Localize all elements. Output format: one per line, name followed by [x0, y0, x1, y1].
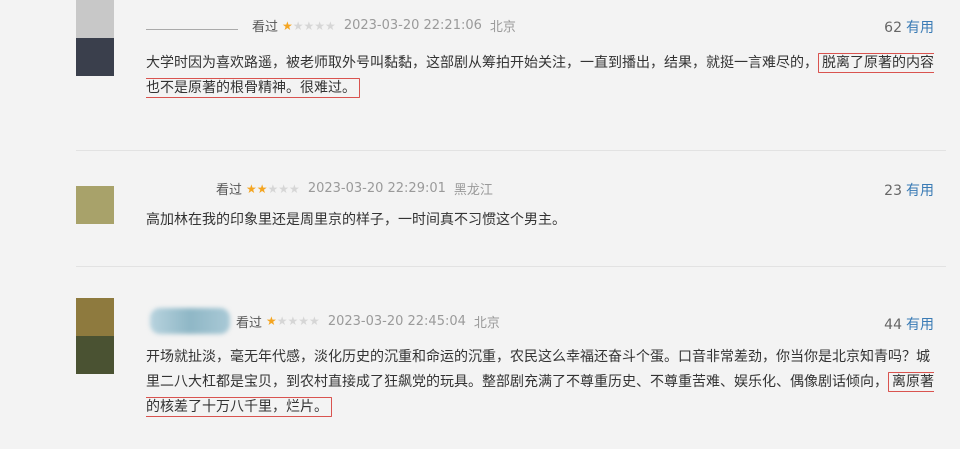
- avatar-bottom: [76, 336, 114, 374]
- review-meta: 看过 ★★★★★ 2023-03-20 22:29:01 黑龙江: [216, 179, 493, 198]
- username-redacted[interactable]: [146, 28, 238, 30]
- avatar[interactable]: [76, 186, 114, 224]
- review-text-main: 高加林在我的印象里还是周里京的样子，一时间真不习惯这个男主。: [146, 212, 566, 228]
- review-location: 北京: [489, 20, 516, 35]
- avatar-top: [76, 0, 114, 38]
- review-time: 2023-03-20 22:45:04: [327, 313, 466, 329]
- avatar[interactable]: [76, 298, 114, 374]
- rating-stars: ★★★★★: [282, 18, 336, 33]
- review-time: 2023-03-20 22:29:01: [307, 181, 446, 196]
- useful-label[interactable]: 有用: [906, 317, 934, 333]
- avatar-bottom: [76, 38, 114, 76]
- review-text: 大学时因为喜欢路遥，被老师取外号叫黏黏，这部剧从筹拍开始关注，一直到播出，结果，…: [146, 51, 936, 101]
- review-text: 开场就扯淡，毫无年代感，淡化历史的沉重和命运的沉重，农民这么幸福还奋斗个蛋。口音…: [146, 345, 936, 420]
- rating-stars: ★★★★★: [266, 314, 320, 328]
- divider: [76, 266, 946, 267]
- watch-status: 看过: [216, 183, 243, 198]
- useful-label[interactable]: 有用: [906, 20, 934, 36]
- review-location: 黑龙江: [453, 183, 493, 198]
- useful-vote[interactable]: 23 有用: [884, 180, 934, 200]
- useful-count: 23: [884, 183, 902, 199]
- avatar[interactable]: [76, 0, 114, 76]
- review-text: 高加林在我的印象里还是周里京的样子，一时间真不习惯这个男主。: [146, 208, 936, 233]
- avatar-block: [76, 186, 114, 224]
- useful-count: 44: [884, 317, 902, 333]
- review-text-main: 大学时因为喜欢路遥，被老师取外号叫黏黏，这部剧从筹拍开始关注，一直到播出，结果，…: [146, 55, 818, 71]
- review-meta: 看过 ★★★★★ 2023-03-20 22:21:06 北京: [146, 16, 516, 35]
- divider: [76, 150, 946, 151]
- review-location: 北京: [473, 315, 500, 331]
- useful-count: 62: [884, 20, 902, 36]
- watch-status: 看过: [236, 315, 263, 331]
- useful-vote[interactable]: 62 有用: [884, 17, 934, 37]
- watch-status: 看过: [252, 20, 279, 35]
- useful-label[interactable]: 有用: [906, 183, 934, 199]
- useful-vote[interactable]: 44 有用: [884, 314, 934, 334]
- avatar-top: [76, 298, 114, 336]
- rating-stars: ★★★★★: [246, 181, 300, 196]
- review-text-main: 开场就扯淡，毫无年代感，淡化历史的沉重和命运的沉重，农民这么幸福还奋斗个蛋。口音…: [146, 349, 930, 390]
- username-redacted[interactable]: [150, 308, 230, 334]
- review-meta: 看过 ★★★★★ 2023-03-20 22:45:04 北京: [150, 308, 500, 334]
- review-time: 2023-03-20 22:21:06: [343, 18, 482, 33]
